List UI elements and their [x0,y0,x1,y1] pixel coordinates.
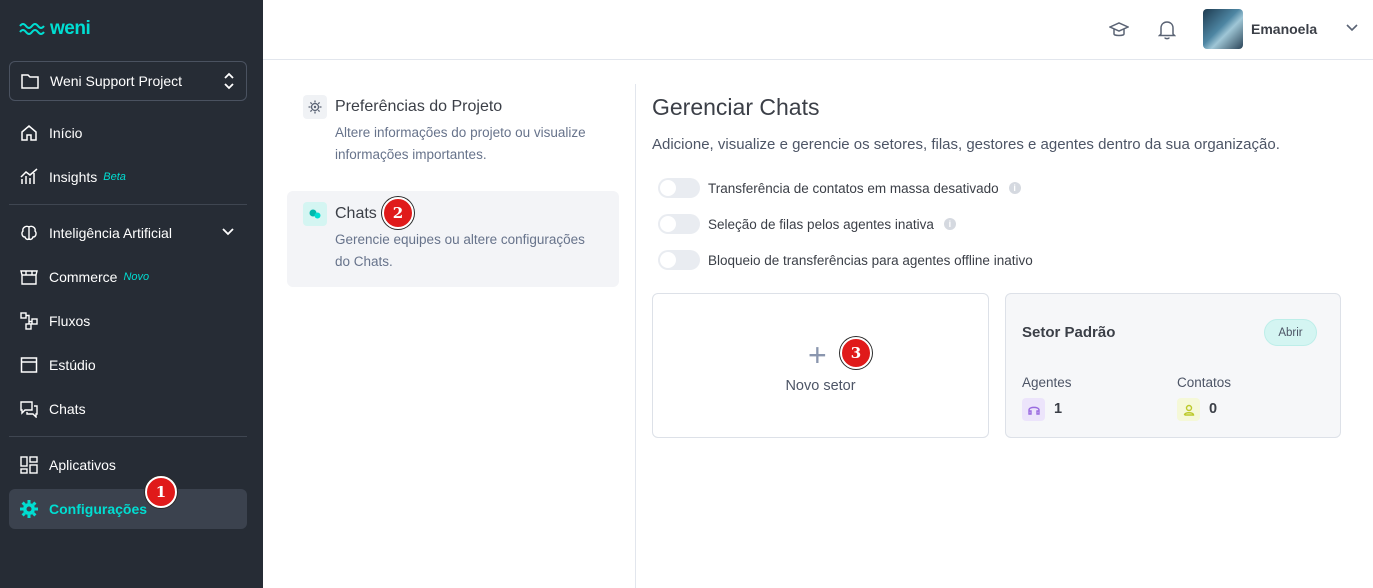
step-marker-3: 3 [840,337,872,369]
agents-label: Agentes [1022,375,1072,390]
info-icon[interactable]: i [943,218,956,230]
agents-count: 1 [1054,401,1063,417]
gear-icon [303,95,327,119]
beta-tag: Beta [103,171,126,183]
open-sector-button[interactable]: Abrir [1264,319,1317,346]
graduation-cap-icon[interactable] [1108,19,1130,41]
queue-selection-toggle[interactable] [658,214,700,234]
sidebar-item-label: Aplicativos [49,457,116,473]
sidebar-item-commerce[interactable]: Commerce Novo [9,257,247,297]
top-bar: Emanoela [263,0,1373,60]
sidebar-item-ia[interactable]: Inteligência Artificial [9,213,247,253]
store-icon [19,267,39,287]
window-icon [19,355,39,375]
mass-transfer-toggle[interactable] [658,178,700,198]
chat-bubbles-icon [303,202,327,226]
menu-item-desc: Altere informações do projeto ou visuali… [335,125,586,162]
toggle-label: Bloqueio de transferências para agentes … [708,252,1033,268]
new-sector-label: Novo setor [785,378,856,394]
chevron-updown-icon [224,72,234,90]
sidebar-item-insights[interactable]: Insights Beta [9,157,247,197]
sidebar-item-inicio[interactable]: Início [9,113,247,153]
menu-item-title: Preferências do Projeto [335,98,503,115]
weni-logo[interactable]: weni [19,18,91,40]
menu-item-title: Chats [335,205,377,222]
chevron-down-icon [222,228,234,236]
sidebar-item-configuracoes[interactable]: Configurações [9,489,247,529]
toggle-label: Transferência de contatos em massa desat… [708,180,999,196]
new-sector-card[interactable]: + Novo setor [652,293,989,438]
offline-block-toggle[interactable] [658,250,700,270]
sidebar-item-label: Estúdio [49,357,96,373]
apps-icon [19,455,39,475]
logo-text: weni [50,18,91,39]
contacts-label: Contatos [1177,375,1232,390]
sidebar-divider [9,436,247,437]
novo-tag: Novo [123,271,150,283]
sidebar-item-estudio[interactable]: Estúdio [9,345,247,385]
chart-icon [19,167,39,187]
step-marker-2: 2 [382,197,414,229]
avatar[interactable] [1203,9,1243,49]
toggle-label: Seleção de filas pelos agentes inativa [708,216,934,232]
gear-icon [19,499,39,519]
user-name[interactable]: Emanoela [1251,21,1317,37]
toggle-row-queue-selection: Seleção de filas pelos agentes inativa i [658,214,956,234]
sidebar-item-label: Configurações [49,501,148,517]
menu-item-preferencias[interactable]: Preferências do Projeto Altere informaçõ… [287,84,619,180]
menu-item-chats[interactable]: Chats Gerencie equipes ou altere configu… [287,191,619,287]
sidebar-item-label: Insights [49,169,98,185]
sidebar-item-label: Commerce [49,269,118,285]
sidebar-item-label: Início [49,125,83,141]
step-marker-1: 1 [145,476,177,508]
headset-icon [1022,398,1045,421]
wave-logo-icon [19,23,45,35]
sidebar-item-fluxos[interactable]: Fluxos [9,301,247,341]
sidebar-item-label: Inteligência Artificial [49,225,172,241]
toggle-row-offline-block: Bloqueio de transferências para agentes … [658,250,1033,270]
sector-card: Setor Padrão Abrir Agentes 1 Contatos 0 [1005,293,1341,438]
sidebar-divider [9,204,247,205]
contacts-count: 0 [1209,401,1218,417]
info-icon[interactable]: i [1008,182,1021,194]
brain-icon [19,223,39,243]
chevron-down-icon[interactable] [1345,21,1359,35]
sidebar-item-label: Chats [49,401,86,417]
plus-icon: + [808,337,827,373]
bell-icon[interactable] [1156,19,1178,41]
project-name: Weni Support Project [50,73,183,89]
sidebar-item-aplicativos[interactable]: Aplicativos [9,445,247,485]
page-subtitle: Adicione, visualize e gerencie os setore… [652,136,1280,153]
sidebar-item-label: Fluxos [49,313,91,329]
project-selector[interactable]: Weni Support Project [9,61,247,101]
sidebar-item-chats[interactable]: Chats [9,389,247,429]
user-icon [1177,398,1200,421]
menu-item-desc: Gerencie equipes ou altere configurações… [335,232,585,269]
folder-icon [21,74,39,89]
toggle-row-mass-transfer: Transferência de contatos em massa desat… [658,178,1021,198]
home-icon [19,123,39,143]
sidebar: weni Weni Support Project Início Insight… [0,0,263,588]
menu-divider [635,84,636,588]
page-title: Gerenciar Chats [652,94,820,120]
flows-icon [19,311,39,331]
chat-icon [19,399,39,419]
sector-name: Setor Padrão [1022,324,1116,341]
